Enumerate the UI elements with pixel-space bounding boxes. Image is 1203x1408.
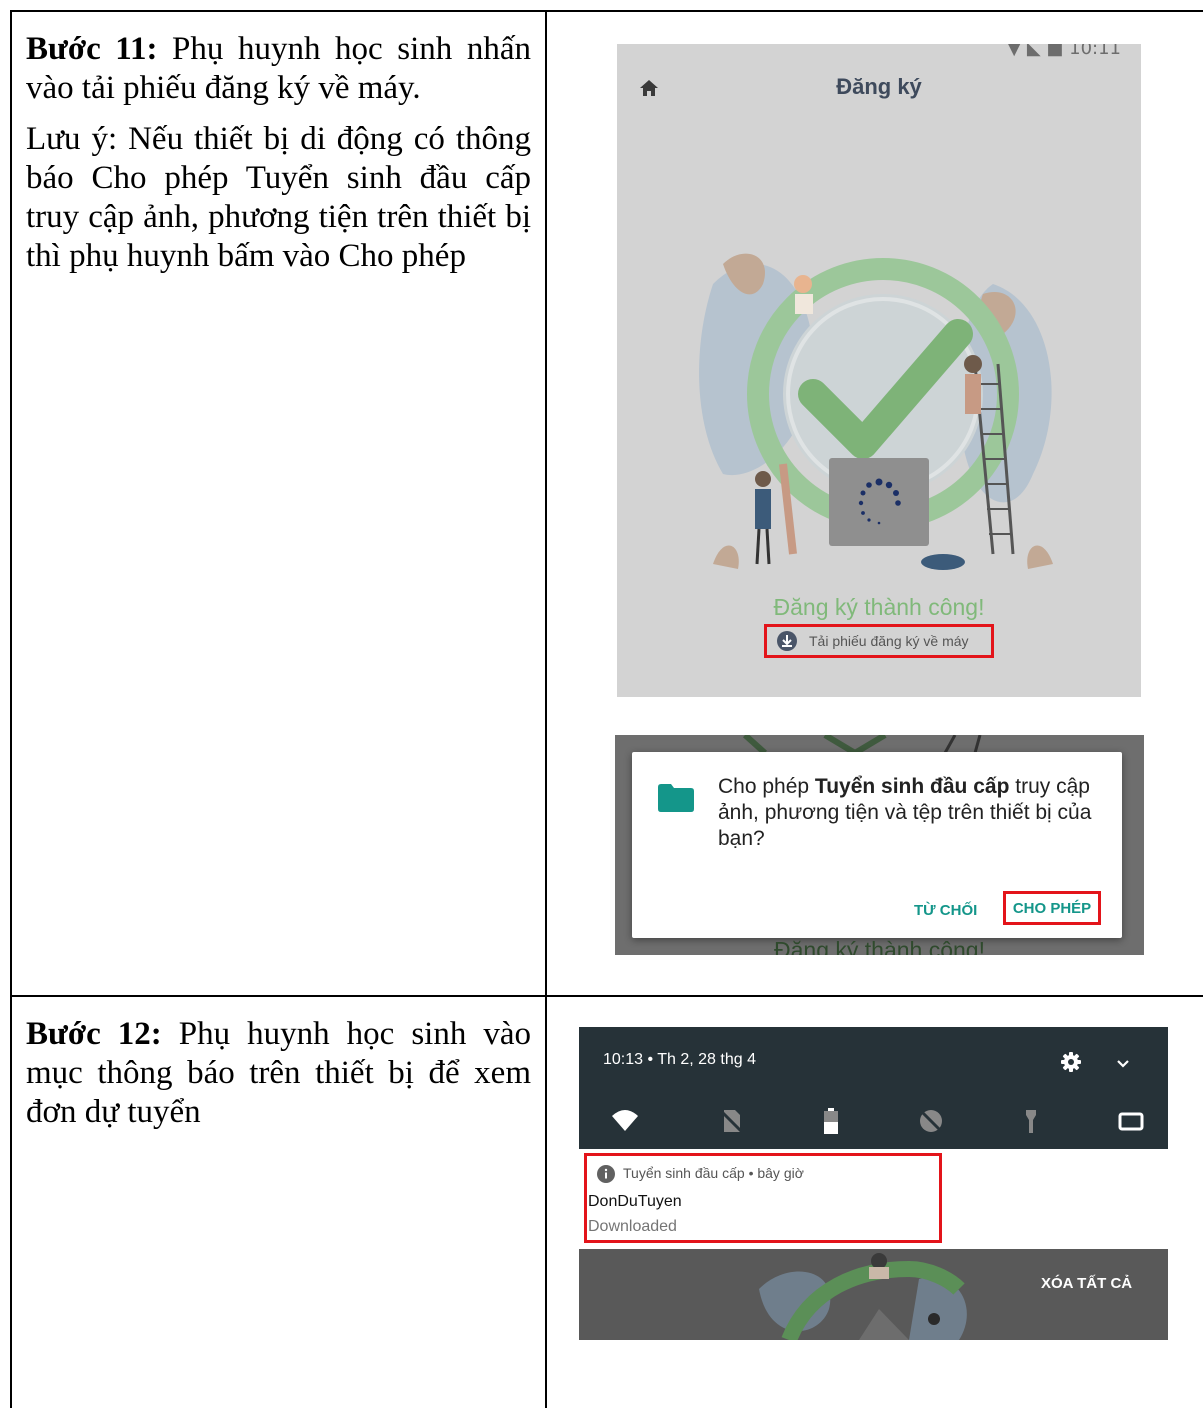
download-icon — [777, 631, 797, 651]
notification-shade-screenshot: 10:13 • Th 2, 28 thg 4 Tuyển sinh đầu cấ… — [579, 1027, 1168, 1340]
folder-icon — [658, 784, 694, 812]
loading-spinner-icon — [858, 478, 901, 525]
battery-icon[interactable] — [817, 1107, 845, 1135]
status-bar: ▼ ◣ ■ 10:11 — [1007, 44, 1121, 59]
download-form-label: Tải phiếu đăng ký về máy — [809, 633, 969, 649]
status-time: 10:11 — [1069, 44, 1121, 59]
background-success-text: Đăng ký thành công! — [774, 937, 985, 955]
deny-button[interactable]: TỪ CHỐI — [914, 902, 977, 919]
permission-app-name: Tuyển sinh đầu cấp — [814, 775, 1010, 798]
notification-title: DonDuTuyen — [588, 1193, 682, 1210]
table-column-divider — [545, 10, 547, 1408]
background-illustration — [759, 1253, 967, 1340]
do-not-disturb-icon[interactable] — [917, 1107, 945, 1135]
notification-app-line: Tuyển sinh đầu cấp • bây giờ — [623, 1165, 804, 1181]
flashlight-icon[interactable] — [1017, 1107, 1045, 1135]
notification-body: Downloaded — [588, 1218, 677, 1235]
shade-time-date: 10:13 • Th 2, 28 thg 4 — [603, 1051, 756, 1068]
table-border-top — [10, 10, 1203, 12]
notification-card[interactable]: Tuyển sinh đầu cấp • bây giờ DonDuTuyen … — [579, 1149, 1168, 1249]
screen-title: Đăng ký — [836, 74, 922, 99]
shade-background-area: XÓA TẤT CẢ — [579, 1249, 1168, 1340]
cast-icon[interactable] — [1117, 1107, 1145, 1135]
table-border-left — [10, 10, 12, 1408]
permission-dialog-screenshot: Cho phép Tuyển sinh đầu cấp truy cập ảnh… — [615, 735, 1144, 955]
step12-paragraph: Bước 12: Phụ huynh học sinh vào mục thôn… — [26, 1015, 531, 1132]
permission-message-prefix: Cho phép — [718, 775, 815, 798]
step11-note: Lưu ý: Nếu thiết bị di động có thông báo… — [26, 121, 531, 274]
step11-paragraph: Bước 11: Phụ huynh học sinh nhấn vào tải… — [26, 30, 531, 108]
step12-cell: Bước 12: Phụ huynh học sinh vào mục thôn… — [26, 1015, 531, 1144]
gear-icon[interactable] — [1061, 1052, 1081, 1072]
step11-label: Bước 11: — [26, 31, 158, 67]
success-message: Đăng ký thành công! — [773, 594, 985, 620]
download-form-button[interactable]: Tải phiếu đăng ký về máy — [764, 624, 994, 658]
step12-label: Bước 12: — [26, 1016, 162, 1052]
info-icon — [597, 1165, 615, 1183]
permission-dialog: Cho phép Tuyển sinh đầu cấp truy cập ảnh… — [632, 752, 1122, 938]
clear-all-button[interactable]: XÓA TẤT CẢ — [1041, 1275, 1132, 1292]
wifi-icon[interactable] — [611, 1107, 639, 1135]
loading-overlay — [829, 458, 929, 546]
allow-button[interactable]: CHO PHÉP — [1003, 891, 1101, 925]
no-sim-icon[interactable] — [717, 1107, 745, 1135]
registration-success-screenshot: ▼ ◣ ■ 10:11 Đăng ký Đăng ký thành công! … — [617, 44, 1141, 697]
table-row-divider — [10, 995, 1203, 997]
chevron-down-icon[interactable] — [1115, 1057, 1131, 1071]
background-illustration-peek — [742, 735, 982, 753]
permission-message: Cho phép Tuyển sinh đầu cấp truy cập ảnh… — [718, 774, 1108, 852]
step11-cell: Bước 11: Phụ huynh học sinh nhấn vào tải… — [26, 30, 531, 288]
